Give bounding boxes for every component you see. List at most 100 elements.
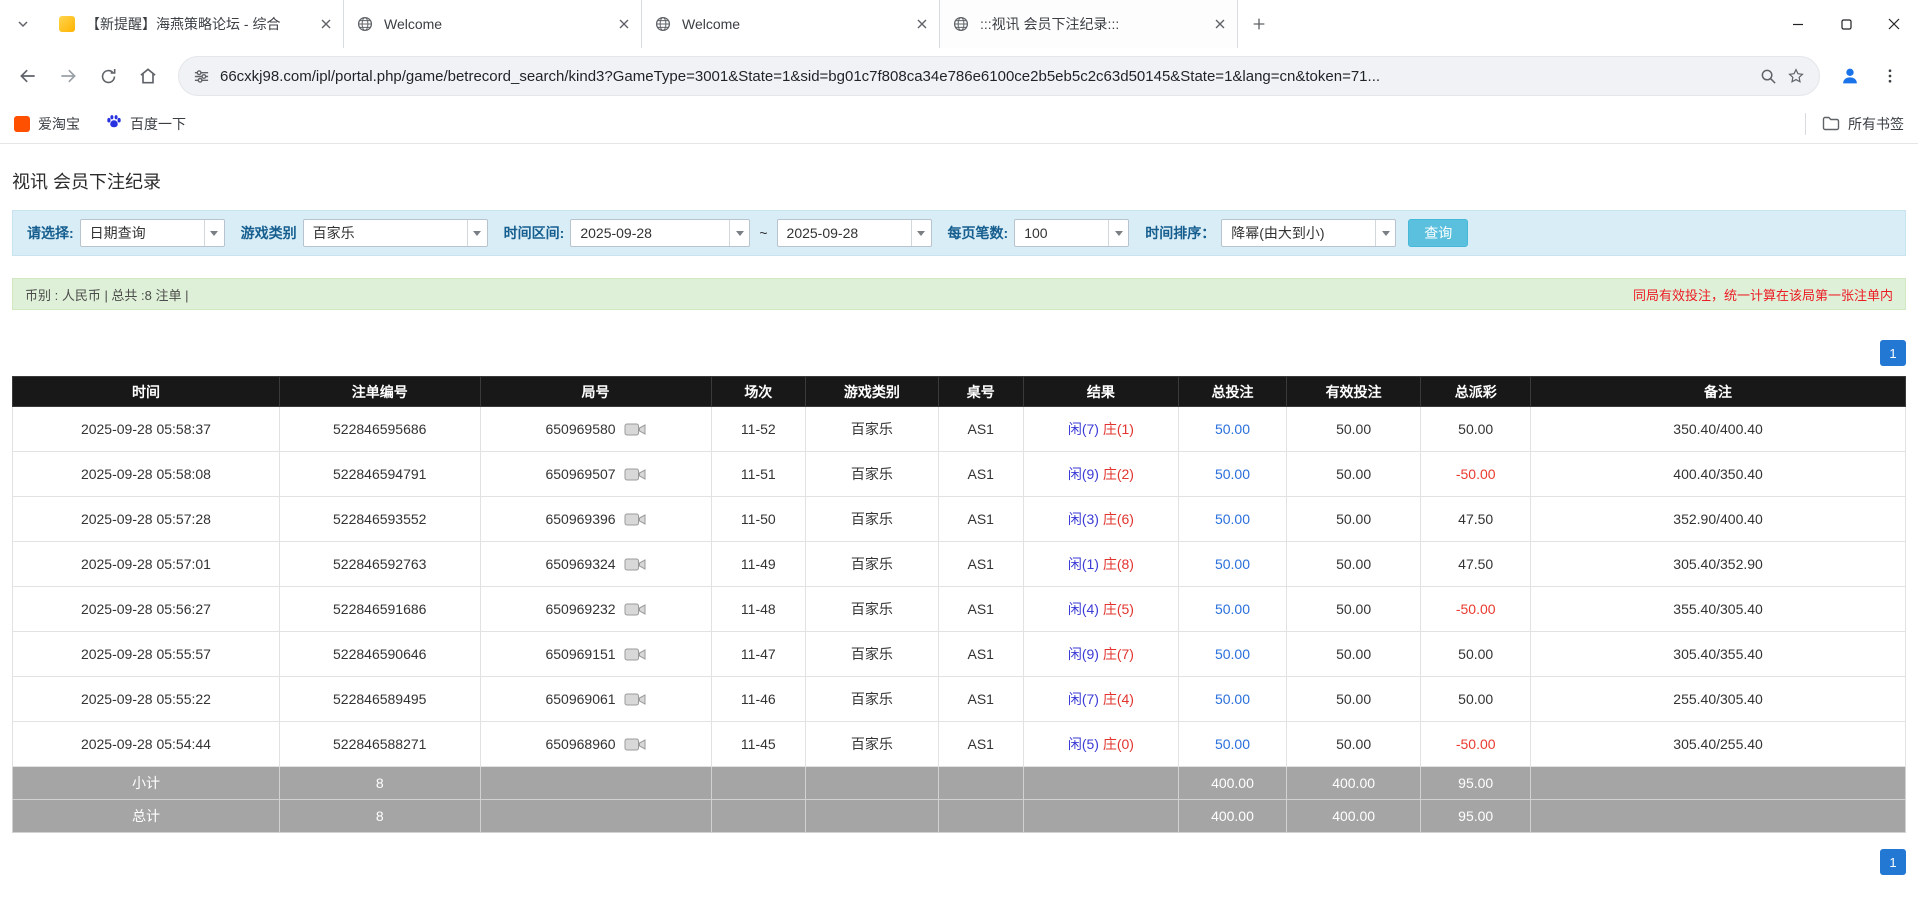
date-from-select[interactable]: 2025-09-28 — [570, 219, 750, 247]
game-type-label: 游戏类别 — [241, 223, 297, 243]
result-banker: 庄(1) — [1103, 421, 1134, 437]
footer-cell — [938, 800, 1023, 833]
tab-title: Welcome — [384, 16, 607, 32]
taobao-icon — [14, 116, 30, 132]
total-bet-link[interactable]: 50.00 — [1215, 556, 1250, 572]
game-type-select[interactable]: 百家乐 — [303, 219, 488, 247]
cell-game-type: 百家乐 — [806, 722, 939, 767]
cell-session: 11-51 — [711, 452, 806, 497]
cell-table-no: AS1 — [938, 407, 1023, 452]
bookmark-star-icon[interactable] — [1787, 67, 1805, 85]
footer-cell — [480, 800, 711, 833]
total-bet-link[interactable]: 50.00 — [1215, 646, 1250, 662]
reload-button[interactable] — [90, 58, 126, 94]
date-query-select[interactable]: 日期查询 — [80, 219, 225, 247]
payout-value: 47.50 — [1458, 556, 1493, 572]
video-replay-icon[interactable] — [624, 422, 646, 437]
round-number: 650969580 — [545, 421, 615, 437]
cell-session: 11-45 — [711, 722, 806, 767]
site-settings-icon[interactable] — [193, 68, 210, 85]
new-tab-button[interactable] — [1238, 0, 1280, 48]
tab-forum[interactable]: 【新提醒】海燕策略论坛 - 综合 — [46, 0, 344, 48]
browser-menu-button[interactable] — [1872, 58, 1908, 94]
video-replay-icon[interactable] — [624, 647, 646, 662]
cell-time: 2025-09-28 05:57:28 — [13, 497, 280, 542]
column-header-6: 结果 — [1023, 377, 1178, 407]
forward-button[interactable] — [50, 58, 86, 94]
per-page-select[interactable]: 100 — [1014, 219, 1129, 247]
column-header-2: 局号 — [480, 377, 711, 407]
tab-search-button[interactable] — [0, 0, 46, 48]
tab-welcome-2[interactable]: Welcome — [642, 0, 940, 48]
date-to-select[interactable]: 2025-09-28 — [777, 219, 932, 247]
cell-remark: 350.40/400.40 — [1531, 407, 1906, 452]
footer-cell: 小计 — [13, 767, 280, 800]
tab-close-icon[interactable] — [1211, 15, 1229, 33]
video-replay-icon[interactable] — [624, 737, 646, 752]
video-replay-icon[interactable] — [624, 512, 646, 527]
page-number-button[interactable]: 1 — [1880, 340, 1906, 366]
cell-table-no: AS1 — [938, 677, 1023, 722]
tab-bet-records-active[interactable]: :::视讯 会员下注纪录::: — [940, 0, 1238, 48]
cell-result: 闲(9) 庄(2) — [1023, 452, 1178, 497]
video-replay-icon[interactable] — [624, 692, 646, 707]
cell-session: 11-49 — [711, 542, 806, 587]
round-number: 650969232 — [545, 601, 615, 617]
tab-close-icon[interactable] — [615, 15, 633, 33]
table-row: 2025-09-28 05:54:44522846588271650968960… — [13, 722, 1906, 767]
bookmark-label: 百度一下 — [130, 114, 186, 134]
pagination-top: 1 — [12, 340, 1906, 366]
footer-cell: 400.00 — [1179, 800, 1287, 833]
cell-total-bet: 50.00 — [1179, 452, 1287, 497]
cell-round-id: 650969396 — [480, 497, 711, 542]
sort-order-select[interactable]: 降幂(由大到小) — [1221, 219, 1396, 247]
minimize-button[interactable] — [1774, 0, 1822, 48]
tab-welcome-1[interactable]: Welcome — [344, 0, 642, 48]
total-bet-link[interactable]: 50.00 — [1215, 511, 1250, 527]
video-replay-icon[interactable] — [624, 557, 646, 572]
zoom-icon[interactable] — [1760, 68, 1777, 85]
column-header-3: 场次 — [711, 377, 806, 407]
column-header-1: 注单编号 — [279, 377, 480, 407]
dropdown-caret-icon — [729, 220, 749, 246]
address-bar[interactable]: 66cxkj98.com/ipl/portal.php/game/betreco… — [178, 56, 1820, 96]
forum-favicon-icon — [58, 15, 76, 33]
bookmark-baidu[interactable]: 百度一下 — [106, 114, 186, 134]
cell-valid-bet: 50.00 — [1286, 497, 1420, 542]
total-bet-link[interactable]: 50.00 — [1215, 736, 1250, 752]
search-button[interactable]: 查询 — [1408, 219, 1468, 247]
video-camera-glyph — [624, 602, 646, 617]
table-row: 2025-09-28 05:55:57522846590646650969151… — [13, 632, 1906, 677]
video-replay-icon[interactable] — [624, 602, 646, 617]
home-button[interactable] — [130, 58, 166, 94]
tab-close-icon[interactable] — [317, 15, 335, 33]
page-number-button[interactable]: 1 — [1880, 849, 1906, 875]
result-player: 闲(7) — [1068, 421, 1099, 437]
round-number: 650969396 — [545, 511, 615, 527]
cell-table-no: AS1 — [938, 542, 1023, 587]
cell-payout: 50.00 — [1421, 677, 1531, 722]
video-camera-glyph — [624, 557, 646, 572]
select-value: 2025-09-28 — [778, 225, 911, 241]
table-header-row: 时间注单编号局号场次游戏类别桌号结果总投注有效投注总派彩备注 — [13, 377, 1906, 407]
dropdown-caret-icon — [1108, 220, 1128, 246]
cell-total-bet: 50.00 — [1179, 632, 1287, 677]
total-bet-link[interactable]: 50.00 — [1215, 601, 1250, 617]
total-bet-link[interactable]: 50.00 — [1215, 466, 1250, 482]
all-bookmarks-button[interactable]: 所有书签 — [1805, 113, 1904, 135]
profile-button[interactable] — [1832, 58, 1868, 94]
video-replay-icon[interactable] — [624, 467, 646, 482]
total-bet-link[interactable]: 50.00 — [1215, 421, 1250, 437]
close-button[interactable] — [1870, 0, 1918, 48]
tab-close-icon[interactable] — [913, 15, 931, 33]
round-number: 650969507 — [545, 466, 615, 482]
bookmark-taobao[interactable]: 爱淘宝 — [14, 114, 80, 134]
bookmarks-bar: 爱淘宝 百度一下 所有书签 — [0, 104, 1918, 144]
cell-round-id: 650969507 — [480, 452, 711, 497]
result-player: 闲(9) — [1068, 466, 1099, 482]
maximize-button[interactable] — [1822, 0, 1870, 48]
footer-cell — [938, 767, 1023, 800]
total-bet-link[interactable]: 50.00 — [1215, 691, 1250, 707]
cell-result: 闲(3) 庄(6) — [1023, 497, 1178, 542]
back-button[interactable] — [10, 58, 46, 94]
